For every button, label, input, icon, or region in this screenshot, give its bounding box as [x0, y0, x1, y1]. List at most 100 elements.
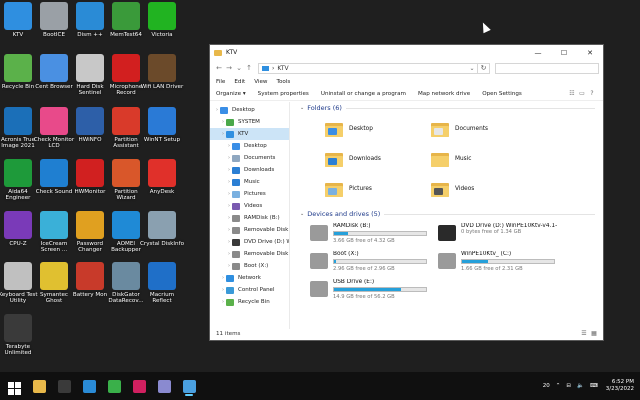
documents-folder-icon — [431, 121, 449, 137]
preview-pane-icon[interactable]: ▭ — [577, 90, 587, 97]
taskbar-button[interactable] — [103, 375, 125, 397]
uninstall-program-button[interactable]: Uninstall or change a program — [321, 91, 406, 97]
map-network-drive-button[interactable]: Map network drive — [418, 91, 470, 97]
clock[interactable]: 6:52 PM 3/23/2022 — [606, 379, 634, 393]
drive-item[interactable]: USB Drive (E:) 14.9 GB free of 56.2 GB — [310, 279, 438, 303]
nav-item[interactable]: › SYSTEM — [210, 116, 289, 128]
folders-group-header[interactable]: ⌄ Folders (6) — [300, 102, 603, 114]
desktop-icon[interactable]: Crystal DiskInfo — [140, 211, 184, 247]
taskbar: 20 ⌃ ⊟ 🔈 ⌨ 6:52 PM 3/23/2022 — [0, 372, 640, 400]
taskbar-button[interactable] — [28, 375, 50, 397]
address-dropdown-icon[interactable]: ⌄ — [467, 65, 477, 72]
nav-item[interactable]: › Videos — [210, 200, 289, 212]
nav-item[interactable]: › Documents — [210, 152, 289, 164]
folder-item[interactable]: Pictures — [325, 176, 431, 202]
address-bar[interactable]: › KTV ⌄ — [258, 62, 478, 74]
mouse-cursor-icon — [479, 20, 491, 34]
nav-item[interactable]: ›Removable Disk (E:) — [210, 248, 289, 260]
nav-item[interactable]: › Music — [210, 176, 289, 188]
details-view-icon[interactable]: ☰ — [579, 330, 589, 337]
view-options-icon[interactable]: ☷ — [567, 90, 577, 97]
menu-tools[interactable]: Tools — [277, 79, 291, 85]
folder-item[interactable]: Documents — [431, 116, 537, 142]
taskbar-button[interactable] — [78, 375, 100, 397]
desktop-icon[interactable]: Macrium Reflect — [140, 262, 184, 305]
drive-item[interactable]: WinPE10Ktv_ (C:) 1.66 GB free of 2.31 GB — [438, 251, 566, 275]
recent-chevron-icon[interactable]: ⌄ — [234, 64, 244, 72]
drive-item[interactable]: RAMDisk (B:) 3.66 GB free of 4.32 GB — [310, 223, 438, 247]
nav-item-label: Removable Disk (C:) — [244, 227, 289, 233]
drive-icon — [232, 262, 240, 270]
desktop-icon-label: Wifi LAN Driver — [140, 84, 184, 90]
up-arrow-icon[interactable]: ↑ — [244, 64, 254, 72]
icecream-icon — [40, 211, 68, 239]
folder-item[interactable]: Videos — [431, 176, 537, 202]
folder-label: Videos — [455, 186, 475, 192]
drives-group-header[interactable]: ⌄ Devices and drives (5) — [300, 208, 603, 220]
drives-group-title: Devices and drives (5) — [307, 210, 381, 218]
nav-item[interactable]: ›DVD Drive (D:) WinPE — [210, 236, 289, 248]
desktop-icon[interactable]: AnyDesk — [140, 159, 184, 195]
drive-item[interactable]: DVD Drive (D:) WinPE10Ktv-v4.1-Final-202… — [438, 223, 566, 247]
organize-button[interactable]: Organize ▾ — [216, 91, 246, 97]
taskbar-button[interactable] — [53, 375, 75, 397]
taskbar-button[interactable] — [153, 375, 175, 397]
nav-item[interactable]: › Boot (X:) — [210, 260, 289, 272]
command-bar: Organize ▾ System properties Uninstall o… — [210, 87, 603, 101]
computer-icon — [4, 2, 32, 30]
collapse-chevron-icon[interactable]: ⌄ — [300, 105, 304, 111]
desktop-icon[interactable]: Terabyte Unlimited — [0, 314, 40, 357]
taskbar-button[interactable] — [128, 375, 150, 397]
volume-tray-icon[interactable]: 🔈 — [577, 383, 584, 389]
folder-item[interactable]: Music — [431, 146, 537, 172]
taskbar-button[interactable] — [3, 375, 25, 397]
window-title: KTV — [226, 49, 238, 56]
network-tray-icon[interactable]: ⊟ — [566, 383, 571, 389]
folder-item[interactable]: Downloads — [325, 146, 431, 172]
desktop-icon[interactable]: Victoria — [140, 2, 184, 38]
nav-item-label: Recycle Bin — [238, 299, 270, 305]
nav-item[interactable]: › KTV — [210, 128, 289, 140]
collapse-chevron-icon[interactable]: ⌄ — [300, 211, 304, 217]
refresh-icon[interactable]: ↻ — [478, 62, 490, 74]
nav-item[interactable]: ›Removable Disk (C:) — [210, 224, 289, 236]
nav-item[interactable]: › Desktop — [210, 104, 289, 116]
nav-item[interactable]: › Desktop — [210, 140, 289, 152]
drive-item[interactable]: Boot (X:) 2.96 GB free of 2.96 GB — [310, 251, 438, 275]
nav-item-label: Pictures — [244, 191, 266, 197]
backup-icon — [112, 211, 140, 239]
folder-item[interactable]: Desktop — [325, 116, 431, 142]
bootice-icon — [40, 2, 68, 30]
close-button[interactable]: ✕ — [577, 49, 603, 57]
nav-item[interactable]: › Network — [210, 272, 289, 284]
nav-item[interactable]: › Pictures — [210, 188, 289, 200]
help-icon[interactable]: ? — [587, 90, 597, 97]
keyboard-tray-icon[interactable]: ⌨ — [590, 383, 598, 389]
folders-grid: Desktop Documents Downloads Music Pictures Vi… — [300, 116, 603, 202]
title-bar[interactable]: KTV — ☐ ✕ — [210, 45, 603, 60]
desktop-icon[interactable]: Wifi LAN Driver — [140, 54, 184, 90]
nav-item[interactable]: › Control Panel — [210, 284, 289, 296]
menu-view[interactable]: View — [254, 79, 267, 85]
nav-item[interactable]: › Downloads — [210, 164, 289, 176]
back-arrow-icon[interactable]: ← — [214, 64, 224, 72]
tray-chevron-icon[interactable]: ⌃ — [556, 383, 561, 389]
downloads-folder-icon — [325, 151, 343, 167]
menu-file[interactable]: File — [216, 79, 225, 85]
desktop-icon[interactable]: WinNT Setup — [140, 107, 184, 143]
nav-item[interactable]: › Recycle Bin — [210, 296, 289, 308]
minimize-button[interactable]: — — [525, 49, 551, 57]
maximize-button[interactable]: ☐ — [551, 49, 577, 57]
large-icons-view-icon[interactable]: ▦ — [589, 330, 599, 337]
tray-badge[interactable]: 20 — [543, 383, 550, 389]
desktop-icon-label: WinNT Setup — [143, 137, 181, 143]
system-properties-button[interactable]: System properties — [258, 91, 309, 97]
nav-item[interactable]: › RAMDisk (B:) — [210, 212, 289, 224]
key-icon — [76, 211, 104, 239]
open-settings-button[interactable]: Open Settings — [482, 91, 522, 97]
forward-arrow-icon[interactable]: → — [224, 64, 234, 72]
green-plus-icon — [148, 2, 176, 30]
taskbar-button[interactable] — [178, 375, 200, 397]
menu-edit[interactable]: Edit — [234, 79, 245, 85]
search-input[interactable] — [495, 62, 599, 74]
